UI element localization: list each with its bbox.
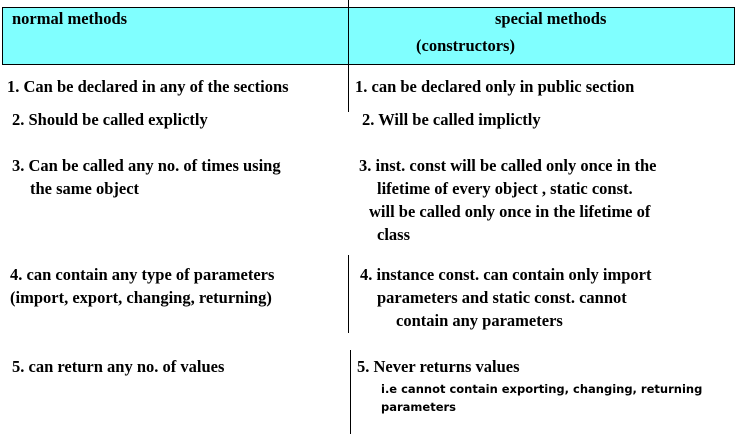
comparison-table: normal methods special methods (construc… (0, 0, 736, 439)
row3-right-line4: class (377, 225, 410, 244)
row1-right: 1. can be declared only in public sectio… (355, 77, 635, 96)
row5-note-line1: i.e cannot contain exporting, changing, … (381, 382, 703, 396)
row3-right-line2: lifetime of every object , static const. (377, 179, 633, 198)
row3-left-line2: the same object (30, 179, 140, 198)
header-constructors: (constructors) (416, 36, 515, 55)
row4-right-line1: 4. instance const. can contain only impo… (360, 265, 652, 284)
row3-left-line1: 3. Can be called any no. of times using (12, 156, 281, 175)
header-normal-methods: normal methods (12, 9, 128, 28)
row2-right: 2. Will be called implictly (362, 110, 541, 129)
row4-right-line2: parameters and static const. cannot (377, 288, 627, 307)
column-divider (348, 255, 349, 333)
row3-right-line1: 3. inst. const will be called only once … (359, 156, 657, 175)
row1-left: 1. Can be declared in any of the section… (7, 77, 289, 96)
row3-right-line3: will be called only once in the lifetime… (369, 202, 651, 221)
row5-note-line2: parameters (381, 400, 457, 414)
row4-left-line1: 4. can contain any type of parameters (10, 265, 275, 284)
row5-left: 5. can return any no. of values (12, 357, 225, 376)
column-divider (348, 0, 349, 112)
column-divider (350, 350, 351, 434)
row2-left: 2. Should be called explictly (12, 110, 208, 129)
row4-left-line2: (import, export, changing, returning) (10, 288, 272, 307)
row4-right-line3: contain any parameters (396, 311, 563, 330)
header-special-methods: special methods (495, 9, 607, 28)
row5-right: 5. Never returns values (357, 357, 520, 376)
